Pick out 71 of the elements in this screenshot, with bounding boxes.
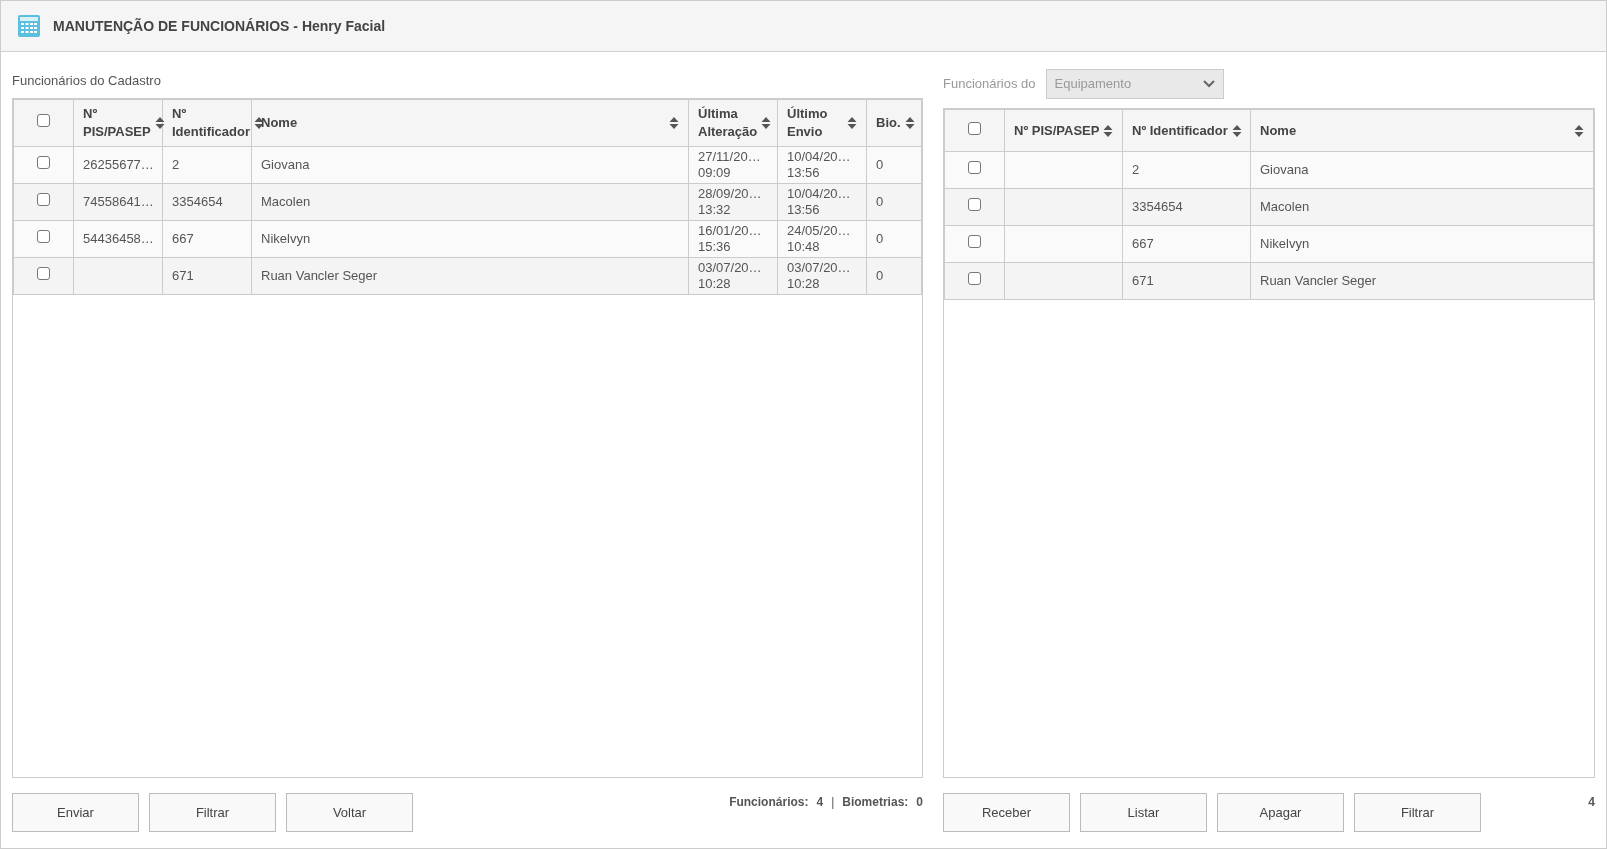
table-cell-text: Macolen bbox=[1260, 199, 1311, 215]
column-header[interactable]: Nome bbox=[1260, 121, 1297, 140]
checkbox[interactable] bbox=[968, 198, 981, 212]
table-cell-text: 03/07/20… 10:28 bbox=[698, 260, 763, 292]
table-cell-text: Macolen bbox=[261, 194, 312, 210]
sort-icon[interactable] bbox=[1103, 123, 1114, 138]
action-button[interactable]: Enviar bbox=[12, 793, 139, 832]
action-button[interactable]: Apagar bbox=[1217, 793, 1344, 832]
table-cell-text: Nikelvyn bbox=[1260, 236, 1311, 252]
table-cell-text: 28/09/20… 13:32 bbox=[698, 186, 763, 218]
table-cell-text: 0 bbox=[876, 231, 885, 247]
action-button[interactable]: Voltar bbox=[286, 793, 413, 832]
summary-label: Funcionários: bbox=[729, 794, 809, 811]
sort-icon[interactable] bbox=[1231, 123, 1242, 138]
sort-icon[interactable] bbox=[669, 116, 679, 130]
column-header[interactable]: Bio. bbox=[876, 114, 901, 132]
panel-label: Funcionários do Cadastro bbox=[12, 72, 161, 91]
table-cell-text: 671 bbox=[172, 268, 195, 284]
separator: | bbox=[830, 794, 836, 811]
record-count: 4 bbox=[1588, 794, 1595, 811]
checkbox[interactable] bbox=[968, 272, 981, 286]
table-cell-text: Giovana bbox=[1260, 162, 1310, 178]
table-cell-text: 10/04/20… 13:56 bbox=[787, 149, 852, 181]
checkbox[interactable] bbox=[37, 267, 50, 281]
table-cell-text: 03/07/20… 10:28 bbox=[787, 260, 852, 292]
window-title: MANUTENÇÃO DE FUNCIONÁRIOS - Henry Facial bbox=[53, 16, 386, 36]
checkbox[interactable] bbox=[968, 161, 981, 175]
calculator-icon bbox=[17, 14, 41, 38]
table-cell-text: Nikelvyn bbox=[261, 231, 312, 247]
action-button[interactable]: Filtrar bbox=[1354, 793, 1481, 832]
chevron-down-icon bbox=[1202, 80, 1215, 88]
checkbox[interactable] bbox=[968, 235, 981, 249]
action-button[interactable]: Receber bbox=[943, 793, 1070, 832]
table-cell-text: 0 bbox=[876, 194, 885, 210]
table-cell-text: 671 bbox=[1132, 273, 1155, 289]
checkbox[interactable] bbox=[968, 121, 981, 135]
table-cell: 26255677… bbox=[83, 157, 153, 173]
table-cell-text: 667 bbox=[1132, 236, 1155, 252]
summary-label: Biometrias: bbox=[842, 794, 909, 811]
table-cell-text: 10/04/20… 13:56 bbox=[787, 186, 852, 218]
table-cell-text: Ruan Vancler Seger bbox=[261, 268, 379, 284]
checkbox[interactable] bbox=[37, 114, 50, 128]
table-cell-text: 0 bbox=[876, 157, 885, 173]
panel-label: Funcionários do bbox=[943, 75, 1036, 94]
table-cell-text: 2 bbox=[172, 157, 181, 173]
summary-value: 0 bbox=[916, 794, 923, 811]
sort-icon[interactable] bbox=[847, 116, 857, 130]
checkbox[interactable] bbox=[37, 193, 50, 207]
sort-icon[interactable] bbox=[254, 116, 264, 130]
table-cell-text: 0 bbox=[876, 268, 885, 284]
table-cell-text: 3354654 bbox=[172, 194, 224, 210]
summary-value: 4 bbox=[816, 794, 824, 811]
checkbox[interactable] bbox=[37, 156, 50, 170]
table-cell-text: 3354654 bbox=[1132, 199, 1184, 215]
table-cell: 54436458… bbox=[83, 231, 153, 247]
sort-icon[interactable] bbox=[154, 116, 165, 130]
action-button[interactable]: Filtrar bbox=[149, 793, 276, 832]
table-cell-text: 16/01/20… 15:36 bbox=[698, 223, 763, 255]
table-cell-text: 24/05/20… 10:48 bbox=[787, 223, 852, 255]
table-cell-text: 2 bbox=[1132, 162, 1141, 178]
sort-icon[interactable] bbox=[1574, 123, 1584, 138]
table-cell-text: Ruan Vancler Seger bbox=[1260, 273, 1378, 289]
table-cell-text: 667 bbox=[172, 231, 195, 247]
table-cell-text: Giovana bbox=[261, 157, 311, 173]
action-button[interactable]: Listar bbox=[1080, 793, 1207, 832]
sort-icon[interactable] bbox=[904, 116, 915, 130]
column-header[interactable]: Nome bbox=[261, 114, 298, 132]
table-cell: 74558641… bbox=[83, 194, 153, 210]
sort-icon[interactable] bbox=[761, 116, 772, 130]
checkbox[interactable] bbox=[37, 230, 50, 244]
table-cell-text: 27/11/20… 09:09 bbox=[698, 149, 762, 181]
